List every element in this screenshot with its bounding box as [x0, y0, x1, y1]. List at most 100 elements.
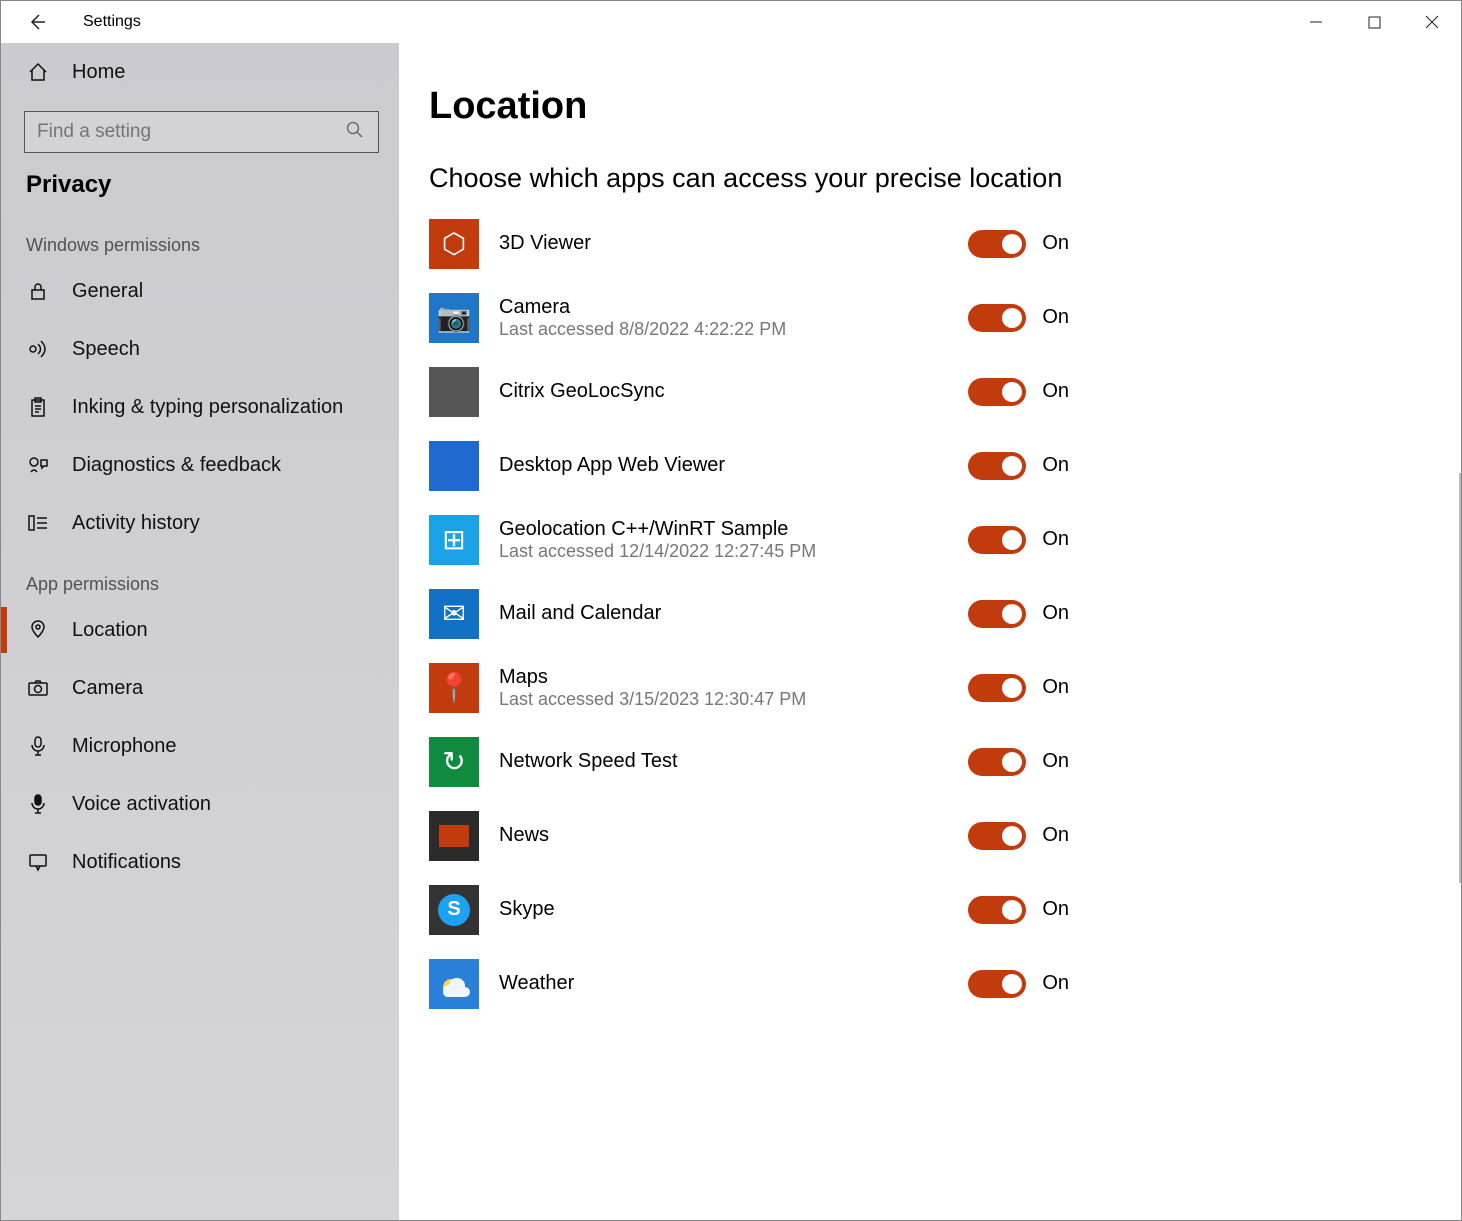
microphone-icon: [26, 735, 50, 757]
close-icon: [1425, 15, 1439, 29]
app-name: 3D Viewer: [499, 232, 968, 255]
clipboard-icon: [26, 396, 50, 418]
app-icon: ✉: [429, 589, 479, 639]
category-label: Privacy: [4, 163, 399, 213]
app-row: 📷 CameraLast accessed 8/8/2022 4:22:22 PM…: [429, 292, 1069, 344]
sidebar-item-location[interactable]: Location: [4, 601, 399, 659]
app-list: ⬡ 3D Viewer On 📷 CameraLast accessed 8/8/202…: [429, 218, 1069, 1010]
sidebar-item-camera[interactable]: Camera: [4, 659, 399, 717]
sidebar-item-notifications[interactable]: Notifications: [4, 833, 399, 891]
toggle-switch[interactable]: [968, 304, 1026, 332]
toggle-cell: On: [968, 822, 1069, 850]
window-title: Settings: [83, 13, 141, 31]
toggle-cell: On: [968, 674, 1069, 702]
app-info: Geolocation C++/WinRT SampleLast accesse…: [499, 518, 968, 562]
app-last-accessed: Last accessed 3/15/2023 12:30:47 PM: [499, 689, 968, 710]
sidebar-item-activity-history[interactable]: Activity history: [4, 494, 399, 552]
toggle-state-label: On: [1042, 824, 1069, 847]
app-icon: [429, 959, 479, 1009]
location-icon: [26, 619, 50, 641]
notifications-icon: [26, 852, 50, 872]
app-last-accessed: Last accessed 12/14/2022 12:27:45 PM: [499, 541, 968, 562]
app-row: Weather On: [429, 958, 1069, 1010]
toggle-switch[interactable]: [968, 970, 1026, 998]
sidebar: Home Privacy Windows permissions General…: [1, 43, 399, 1220]
app-info: Network Speed Test: [499, 750, 968, 773]
toggle-state-label: On: [1042, 676, 1069, 699]
home-icon: [26, 61, 50, 83]
app-icon: [429, 811, 479, 861]
app-name: Citrix GeoLocSync: [499, 380, 968, 403]
sidebar-item-label: Microphone: [72, 735, 177, 758]
app-icon: [429, 441, 479, 491]
toggle-state-label: On: [1042, 454, 1069, 477]
toggle-cell: On: [968, 748, 1069, 776]
toggle-switch[interactable]: [968, 452, 1026, 480]
sidebar-item-speech[interactable]: Speech: [4, 320, 399, 378]
app-row: SSkypeOn: [429, 884, 1069, 936]
back-button[interactable]: [21, 6, 53, 38]
sidebar-item-label: Inking & typing personalization: [72, 396, 343, 419]
app-name: Network Speed Test: [499, 750, 968, 773]
app-icon: ⬡: [429, 219, 479, 269]
toggle-switch[interactable]: [968, 378, 1026, 406]
app-info: MapsLast accessed 3/15/2023 12:30:47 PM: [499, 666, 968, 710]
sidebar-item-microphone[interactable]: Microphone: [4, 717, 399, 775]
sidebar-home[interactable]: Home: [4, 43, 399, 101]
minimize-button[interactable]: [1287, 1, 1345, 43]
app-name: News: [499, 824, 968, 847]
app-info: Weather: [499, 972, 968, 995]
app-info: News: [499, 824, 968, 847]
app-row: ✉Mail and CalendarOn: [429, 588, 1069, 640]
toggle-cell: On: [968, 896, 1069, 924]
app-row: Citrix GeoLocSync On: [429, 366, 1069, 418]
sidebar-item-general[interactable]: General: [4, 262, 399, 320]
sidebar-item-inking[interactable]: Inking & typing personalization: [4, 378, 399, 436]
app-info: CameraLast accessed 8/8/2022 4:22:22 PM: [499, 296, 968, 340]
toggle-cell: On: [968, 452, 1069, 480]
voice-activation-icon: [26, 793, 50, 815]
search-input[interactable]: [37, 121, 346, 143]
main-content: Location Choose which apps can access yo…: [399, 43, 1461, 1220]
app-icon: 📷: [429, 293, 479, 343]
app-icon: ↻: [429, 737, 479, 787]
caption-buttons: [1287, 1, 1461, 43]
titlebar: Settings: [1, 1, 1461, 43]
app-row: ↻ Network Speed TestOn: [429, 736, 1069, 788]
sidebar-item-label: Speech: [72, 338, 140, 361]
app-row: ⊞Geolocation C++/WinRT SampleLast access…: [429, 514, 1069, 566]
toggle-switch[interactable]: [968, 822, 1026, 850]
toggle-cell: On: [968, 304, 1069, 332]
sidebar-item-label: Voice activation: [72, 793, 211, 816]
search-box[interactable]: [24, 111, 379, 153]
group-windows-permissions: Windows permissions: [4, 213, 399, 262]
sidebar-item-label: Diagnostics & feedback: [72, 454, 281, 477]
feedback-icon: [26, 454, 50, 476]
maximize-button[interactable]: [1345, 1, 1403, 43]
toggle-cell: On: [968, 526, 1069, 554]
app-icon: 📍: [429, 663, 479, 713]
back-arrow-icon: [27, 12, 47, 32]
scrollbar[interactable]: [1459, 473, 1461, 883]
toggle-cell: On: [968, 600, 1069, 628]
toggle-switch[interactable]: [968, 674, 1026, 702]
toggle-state-label: On: [1042, 380, 1069, 403]
close-button[interactable]: [1403, 1, 1461, 43]
camera-icon: [26, 679, 50, 697]
toggle-state-label: On: [1042, 972, 1069, 995]
toggle-cell: On: [968, 970, 1069, 998]
sidebar-item-voice-activation[interactable]: Voice activation: [4, 775, 399, 833]
toggle-switch[interactable]: [968, 748, 1026, 776]
app-row: 📍 MapsLast accessed 3/15/2023 12:30:47 PM…: [429, 662, 1069, 714]
toggle-switch[interactable]: [968, 896, 1026, 924]
sidebar-item-diagnostics[interactable]: Diagnostics & feedback: [4, 436, 399, 494]
app-name: Geolocation C++/WinRT Sample: [499, 518, 968, 541]
app-last-accessed: Last accessed 8/8/2022 4:22:22 PM: [499, 319, 968, 340]
app-info: Skype: [499, 898, 968, 921]
toggle-switch[interactable]: [968, 600, 1026, 628]
toggle-switch[interactable]: [968, 526, 1026, 554]
group-app-permissions: App permissions: [4, 552, 399, 601]
app-info: 3D Viewer: [499, 232, 968, 255]
section-title: Choose which apps can access your precis…: [429, 162, 1069, 196]
toggle-switch[interactable]: [968, 230, 1026, 258]
